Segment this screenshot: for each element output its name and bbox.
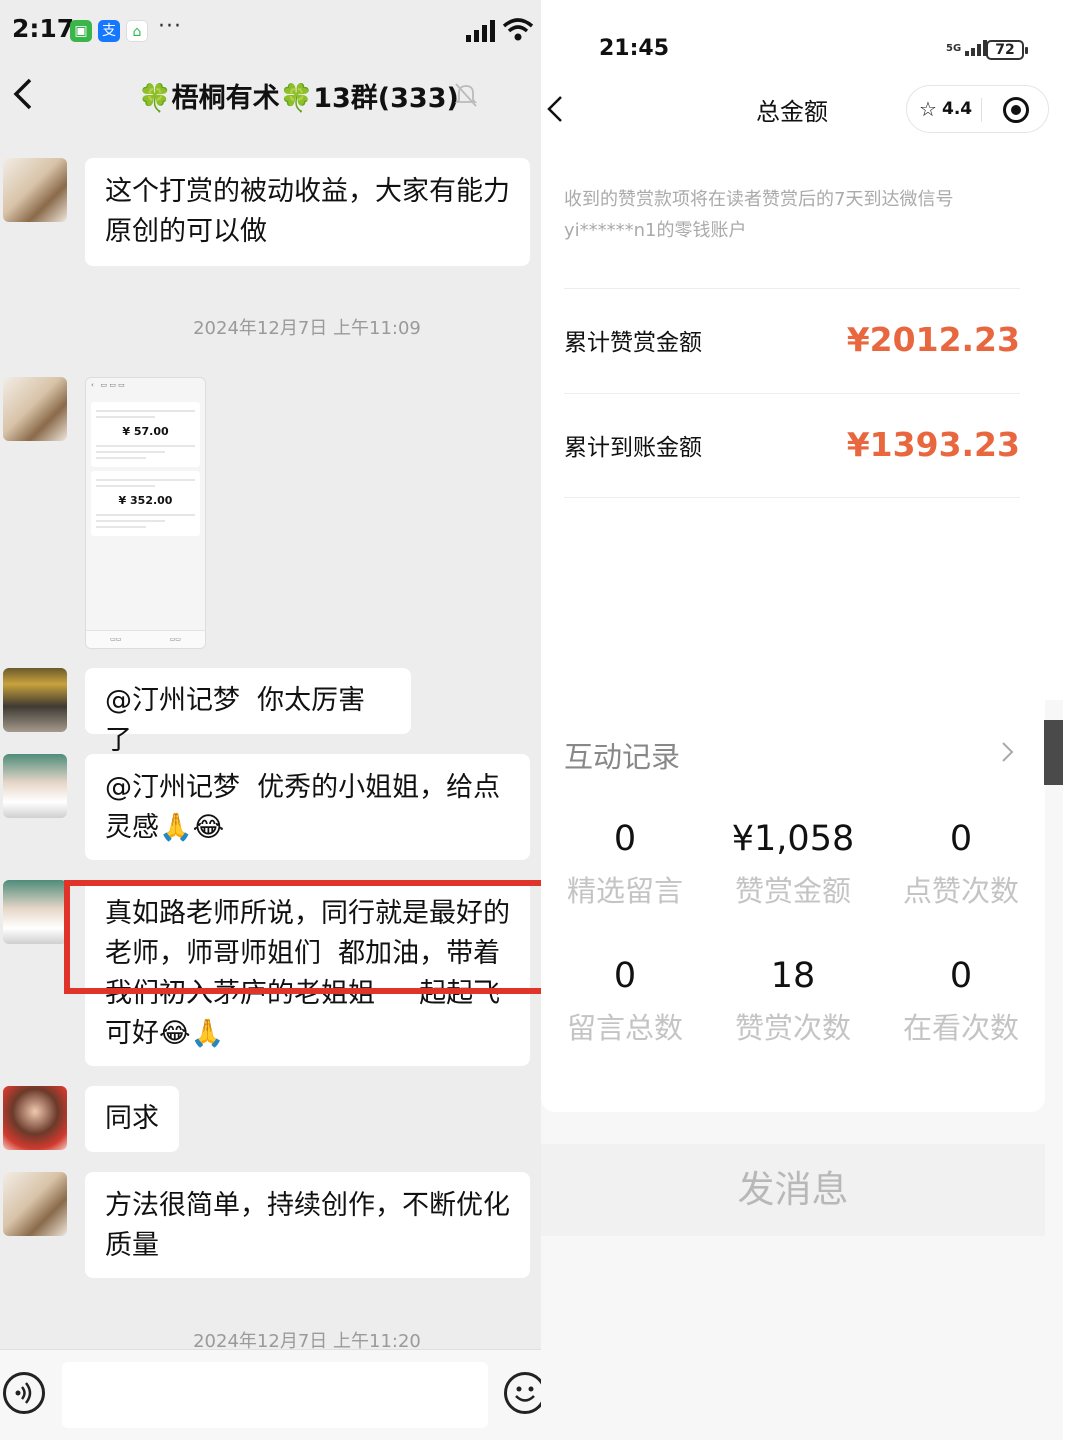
stat-like-count: 0 点赞次数 [877,814,1045,910]
avatar[interactable] [3,1086,67,1150]
stat-value: 18 [770,956,816,996]
thumbnail-amount: ¥ 57.00 [122,425,169,438]
voice-icon[interactable] [3,1372,45,1414]
interaction-card[interactable]: 互动记录 0 精选留言 ¥1,058 赞赏金额 0 点赞次数 0 留言总数 18 [541,700,1045,1112]
thumbnail-card: ¥ 57.00 [91,402,200,467]
thumbnail-header: ‹ ▭ ▭ ▭ [91,381,125,389]
thumbnail-amount: ¥ 352.00 [118,494,173,507]
emoji-icon[interactable] [504,1372,541,1414]
status-bar-left: 2:17 ▣ 支 ⌂ ··· [0,0,541,62]
chat-bubble[interactable]: @汀州记梦 你太厉害了 [85,668,411,756]
highlight-box [64,880,541,994]
avatar[interactable] [3,754,67,818]
star-icon[interactable]: ☆ [919,97,937,121]
stat-reward-count: 18 赞赏次数 [709,951,877,1047]
stat-label: 赞赏金额 [734,874,851,908]
stat-view-count: 0 在看次数 [877,951,1045,1047]
avatar[interactable] [3,377,67,441]
row-label: 累计到账金额 [564,435,702,461]
capsule-divider [981,98,982,122]
stat-total-comments: 0 留言总数 [541,951,709,1047]
message-text: @汀州记梦 你太厉害了 [105,685,366,756]
signal-icon [466,20,495,42]
divider [564,497,1020,498]
notification-icons: ▣ 支 ⌂ [70,20,148,42]
network-indicator: 5G [946,40,989,56]
stat-value: 0 [613,956,637,996]
stat-value: ¥1,058 [731,819,855,859]
row-label: 累计赞赏金额 [564,330,702,356]
rating-value: 4.4 [942,99,973,119]
status-time: 21:45 [599,36,670,61]
wechat-group-chat: 2:17 ▣ 支 ⌂ ··· 🍀梧桐有术🍀13群(333) 这个打赏的被动收益，… [0,0,541,1440]
home-app-icon: ⌂ [126,20,148,42]
reward-total-page: 21:45 5G 72 总金额 ☆ 4.4 收到的赞赏款项将在读者赞赏后的7天到… [541,0,1063,1440]
timestamp: 2024年12月7日 上午11:09 [193,318,421,339]
stat-label: 留言总数 [566,1011,683,1045]
cumulative-reward-amount: ¥2012.23 [846,320,1020,359]
stat-featured-comments: 0 精选留言 [541,814,709,910]
stat-label: 在看次数 [902,1011,1019,1045]
stat-value: 0 [613,819,637,859]
chat-header: 🍀梧桐有术🍀13群(333) [0,62,541,126]
chat-bubble[interactable]: 这个打赏的被动收益，大家有能力 原创的可以做 [85,158,530,266]
cumulative-received-amount: ¥1393.23 [846,425,1020,464]
bell-off-icon [454,83,478,107]
chevron-right-icon[interactable] [1000,740,1016,764]
thumbnail-card: ¥ 352.00 [91,471,200,536]
status-time: 2:17 [12,14,75,43]
chat-input-bar [0,1349,541,1440]
mini-program-capsule: ☆ 4.4 [906,85,1049,133]
more-notifications-icon: ··· [158,14,182,39]
avatar[interactable] [3,158,67,222]
group-title: 🍀梧桐有术🍀13群(333) [138,83,459,114]
message-text: @汀州记梦 优秀的小姐姐，给点 灵感🙏😂 [105,772,501,843]
stat-label: 赞赏次数 [734,1011,851,1045]
stat-reward-amount: ¥1,058 赞赏金额 [709,814,877,910]
stat-label: 精选留言 [566,874,683,908]
alipay-app-icon: 支 [98,20,120,42]
message-input[interactable] [62,1362,488,1428]
send-message-button[interactable]: 发消息 [541,1144,1045,1236]
divider [564,393,1020,394]
divider [564,288,1020,289]
chat-bubble[interactable]: 方法很简单，持续创作，不断优化 质量 [85,1172,530,1278]
interaction-section: 互动记录 0 精选留言 ¥1,058 赞赏金额 0 点赞次数 0 留言总数 18 [541,700,1063,1440]
thumbnail-footer: ▭▭ ▭▭ [86,630,205,648]
scrollbar-thumb[interactable] [1044,720,1063,785]
avatar[interactable] [3,1172,67,1236]
message-text: 这个打赏的被动收益，大家有能力 原创的可以做 [105,176,510,247]
back-icon[interactable] [10,76,40,112]
gallery-app-icon: ▣ [70,20,92,42]
card-title: 互动记录 [564,740,681,774]
stat-label: 点赞次数 [902,874,1019,908]
close-target-icon[interactable] [1003,97,1029,123]
settlement-note: 收到的赞赏款项将在读者赞赏后的7天到达微信号yi******n1的零钱账户 [564,189,954,241]
battery-icon: 72 [986,40,1028,60]
message-text: 方法很简单，持续创作，不断优化 质量 [105,1190,510,1261]
avatar[interactable] [3,668,67,732]
wifi-icon [502,18,534,41]
chat-bubble[interactable]: 同求 [85,1086,179,1152]
network-label: 5G [946,43,962,54]
avatar[interactable] [3,880,67,944]
message-text: 同求 [105,1103,159,1134]
chat-bubble[interactable]: @汀州记梦 优秀的小姐姐，给点 灵感🙏😂 [85,754,530,860]
stat-value: 0 [949,819,973,859]
screenshot-image-message[interactable]: ‹ ▭ ▭ ▭ ¥ 57.00 ¥ 352.00 ▭▭ ▭▭ [85,377,206,649]
stat-value: 0 [949,956,973,996]
